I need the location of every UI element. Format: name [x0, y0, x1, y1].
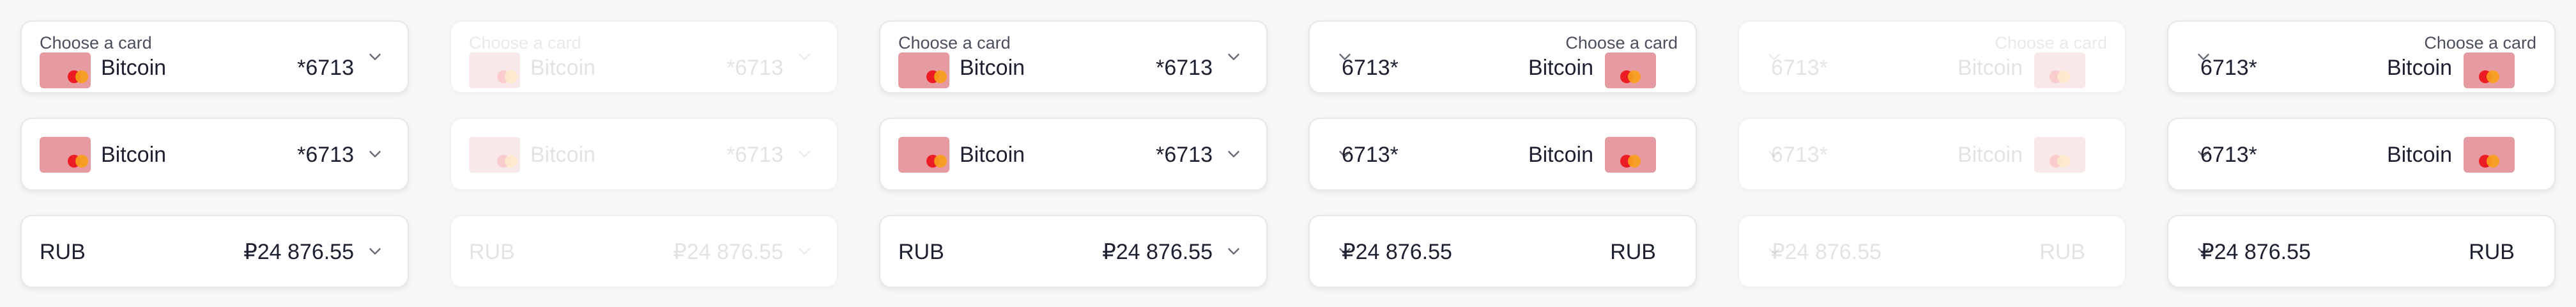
card-number-masked: 6713*	[2200, 143, 2257, 167]
mastercard-icon	[898, 137, 949, 173]
balance-amount: ₽24 876.55	[2200, 240, 2311, 264]
field-label: Choose a card	[1565, 33, 1678, 52]
card-number-masked: 6713*	[1342, 56, 1399, 80]
card-name: Bitcoin	[2386, 56, 2452, 80]
mastercard-icon	[1605, 137, 1656, 173]
card-select[interactable]: 6713* Bitcoin	[1308, 118, 1697, 191]
variant-ltr-default-1: Choose a card Bitcoin *6713 Bitcoin *671…	[0, 0, 429, 307]
card-select-with-label[interactable]: Choose a card 6713* Bitcoin	[1308, 20, 1697, 93]
card-select-with-label: Choose a card Bitcoin *6713	[450, 20, 838, 93]
card-select: 6713* Bitcoin	[1738, 118, 2126, 191]
field-label: Choose a card	[2424, 33, 2536, 52]
chevron-down-icon[interactable]	[1224, 145, 1243, 164]
balance-amount: ₽24 876.55	[1771, 240, 1882, 264]
balance-amount: ₽24 876.55	[243, 240, 354, 264]
card-number-masked: 6713*	[1771, 56, 1828, 80]
balance-amount: ₽24 876.55	[673, 240, 783, 264]
card-name: Bitcoin	[1528, 56, 1593, 80]
chevron-down-icon	[795, 47, 814, 67]
card-select[interactable]: 6713* Bitcoin	[2167, 118, 2556, 191]
mastercard-icon	[2034, 137, 2085, 173]
mastercard-icon	[469, 137, 520, 173]
card-select[interactable]: Bitcoin *6713	[879, 118, 1268, 191]
card-name: Bitcoin	[530, 143, 596, 167]
variant-rtl-disabled: Choose a card 6713* Bitcoin 6713* Bitcoi…	[1717, 0, 2147, 307]
chevron-down-icon[interactable]	[1224, 47, 1243, 67]
currency-select[interactable]: ₽24 876.55 RUB	[2167, 215, 2556, 288]
card-name: Bitcoin	[530, 56, 596, 80]
chevron-down-icon	[795, 145, 814, 164]
card-select: Bitcoin *6713	[450, 118, 838, 191]
card-number-masked: *6713	[1156, 56, 1213, 80]
card-number-masked: *6713	[726, 143, 783, 167]
field-label: Choose a card	[469, 33, 581, 52]
currency-select[interactable]: RUB ₽24 876.55	[20, 215, 409, 288]
currency-code: RUB	[1610, 240, 1656, 264]
mastercard-icon	[1605, 52, 1656, 88]
currency-select[interactable]: ₽24 876.55 RUB	[1308, 215, 1697, 288]
card-number-masked: 6713*	[2200, 56, 2257, 80]
card-name: Bitcoin	[1957, 56, 2023, 80]
currency-code: RUB	[2039, 240, 2085, 264]
card-name: Bitcoin	[1957, 143, 2023, 167]
chevron-down-icon[interactable]	[365, 47, 385, 67]
mastercard-icon	[2034, 52, 2085, 88]
card-number-masked: *6713	[297, 143, 354, 167]
currency-select: ₽24 876.55 RUB	[1738, 215, 2126, 288]
card-name: Bitcoin	[101, 56, 167, 80]
mastercard-icon	[2464, 137, 2515, 173]
currency-code: RUB	[469, 240, 515, 264]
field-label: Choose a card	[40, 33, 152, 52]
chevron-down-icon	[795, 242, 814, 261]
card-select[interactable]: Bitcoin *6713	[20, 118, 409, 191]
variant-rtl-default-1: Choose a card 6713* Bitcoin 6713* Bitcoi…	[1288, 0, 1717, 307]
card-name: Bitcoin	[960, 56, 1025, 80]
mastercard-icon	[898, 52, 949, 88]
card-number-masked: 6713*	[1771, 143, 1828, 167]
card-number-masked: *6713	[297, 56, 354, 80]
card-name: Bitcoin	[2386, 143, 2452, 167]
variant-rtl-default-2: Choose a card 6713* Bitcoin 6713* Bitcoi…	[2147, 0, 2576, 307]
field-label: Choose a card	[1995, 33, 2107, 52]
card-select-with-label[interactable]: Choose a card Bitcoin *6713	[879, 20, 1268, 93]
chevron-down-icon[interactable]	[365, 145, 385, 164]
mastercard-icon	[40, 52, 91, 88]
card-select-with-label[interactable]: Choose a card Bitcoin *6713	[20, 20, 409, 93]
currency-code: RUB	[2469, 240, 2515, 264]
card-name: Bitcoin	[1528, 143, 1593, 167]
mastercard-icon	[469, 52, 520, 88]
currency-select: RUB ₽24 876.55	[450, 215, 838, 288]
balance-amount: ₽24 876.55	[1342, 240, 1452, 264]
card-number-masked: *6713	[1156, 143, 1213, 167]
card-name: Bitcoin	[960, 143, 1025, 167]
currency-code: RUB	[40, 240, 86, 264]
card-number-masked: *6713	[726, 56, 783, 80]
currency-select[interactable]: RUB ₽24 876.55	[879, 215, 1268, 288]
balance-amount: ₽24 876.55	[1102, 240, 1213, 264]
mastercard-icon	[2464, 52, 2515, 88]
field-label: Choose a card	[898, 33, 1011, 52]
variant-ltr-default-2: Choose a card Bitcoin *6713 Bitcoin *671…	[859, 0, 1288, 307]
variant-ltr-disabled: Choose a card Bitcoin *6713 Bitcoin *671…	[429, 0, 859, 307]
chevron-down-icon[interactable]	[1224, 242, 1243, 261]
card-name: Bitcoin	[101, 143, 167, 167]
card-number-masked: 6713*	[1342, 143, 1399, 167]
mastercard-icon	[40, 137, 91, 173]
chevron-down-icon[interactable]	[365, 242, 385, 261]
card-select-with-label[interactable]: Choose a card 6713* Bitcoin	[2167, 20, 2556, 93]
card-select-with-label: Choose a card 6713* Bitcoin	[1738, 20, 2126, 93]
currency-code: RUB	[898, 240, 944, 264]
